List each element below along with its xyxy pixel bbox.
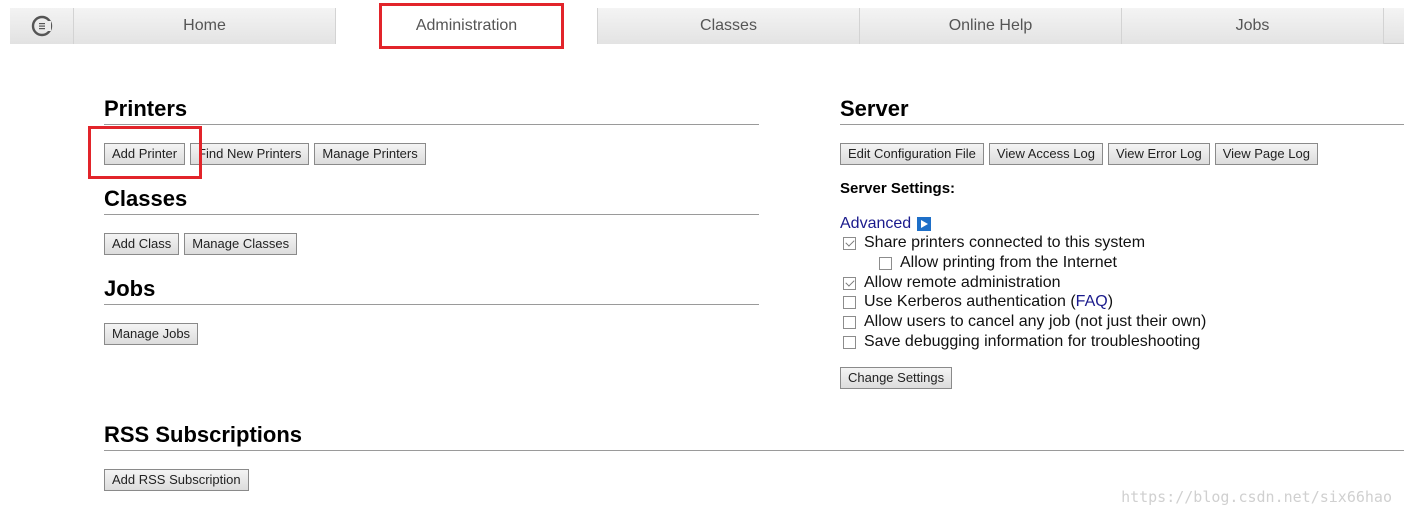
server-settings-title: Server Settings:	[840, 180, 956, 197]
option-debug-logging: Save debugging information for troublesh…	[843, 333, 1200, 351]
debug-logging-checkbox[interactable]	[843, 335, 856, 349]
change-settings-button[interactable]: Change Settings	[840, 367, 953, 389]
nav-filler	[1384, 8, 1404, 43]
advanced-label: Advanced	[840, 215, 912, 232]
option-remote-admin: Allow remote administration	[843, 274, 1061, 292]
printers-button-row: Add Printer Find New Printers Manage Pri…	[104, 143, 426, 165]
tab-jobs[interactable]: Jobs	[1122, 8, 1384, 44]
edit-configuration-file-button[interactable]: Edit Configuration File	[840, 143, 984, 165]
option-share-printers: Share printers connected to this system	[843, 234, 1145, 252]
manage-jobs-button[interactable]: Manage Jobs	[104, 323, 199, 345]
cancel-any-job-label: Allow users to cancel any job (not just …	[864, 313, 1207, 330]
manage-classes-button[interactable]: Manage Classes	[184, 233, 298, 255]
add-rss-subscription-button[interactable]: Add RSS Subscription	[104, 469, 249, 491]
allow-internet-label: Allow printing from the Internet	[900, 254, 1117, 271]
tab-classes[interactable]: Classes	[598, 8, 860, 44]
share-printers-checkbox[interactable]	[843, 236, 856, 250]
remote-admin-label: Allow remote administration	[864, 274, 1061, 291]
kerberos-label: Use Kerberos authentication (FAQ)	[864, 293, 1113, 311]
cancel-any-job-checkbox[interactable]	[843, 315, 856, 329]
change-settings-row: Change Settings	[840, 367, 953, 389]
jobs-heading: Jobs	[104, 276, 759, 305]
kerberos-checkbox[interactable]	[843, 295, 856, 309]
view-error-log-button[interactable]: View Error Log	[1107, 143, 1210, 165]
jobs-button-row: Manage Jobs	[104, 323, 199, 345]
server-heading: Server	[840, 96, 1404, 125]
rss-button-row: Add RSS Subscription	[104, 469, 249, 491]
manage-printers-button[interactable]: Manage Printers	[314, 143, 426, 165]
rss-heading: RSS Subscriptions	[104, 422, 1404, 451]
remote-admin-checkbox[interactable]	[843, 276, 856, 290]
allow-internet-checkbox[interactable]	[879, 256, 892, 270]
view-page-log-button[interactable]: View Page Log	[1214, 143, 1318, 165]
option-kerberos: Use Kerberos authentication (FAQ)	[843, 293, 1113, 311]
view-access-log-button[interactable]: View Access Log	[988, 143, 1103, 165]
cups-logo-icon[interactable]	[10, 8, 74, 44]
add-printer-button[interactable]: Add Printer	[104, 143, 186, 165]
option-allow-internet: Allow printing from the Internet	[879, 254, 1117, 272]
play-arrow-icon[interactable]	[917, 217, 932, 231]
kerberos-label-text: Use Kerberos authentication (	[864, 293, 1076, 310]
tab-administration[interactable]: Administration	[336, 8, 598, 44]
debug-logging-label: Save debugging information for troublesh…	[864, 333, 1201, 350]
top-nav-bar: Home Administration Classes Online Help …	[10, 8, 1404, 44]
find-new-printers-button[interactable]: Find New Printers	[190, 143, 310, 165]
printers-heading: Printers	[104, 96, 759, 125]
classes-button-row: Add Class Manage Classes	[104, 233, 298, 255]
watermark-text: https://blog.csdn.net/six66hao	[1121, 488, 1392, 506]
tab-home[interactable]: Home	[74, 8, 336, 44]
faq-link[interactable]: FAQ	[1076, 293, 1108, 310]
server-button-row: Edit Configuration File View Access Log …	[840, 143, 1318, 165]
classes-heading: Classes	[104, 186, 759, 215]
add-class-button[interactable]: Add Class	[104, 233, 180, 255]
share-printers-label: Share printers connected to this system	[864, 234, 1146, 251]
advanced-toggle[interactable]: Advanced	[840, 215, 932, 233]
tab-online-help[interactable]: Online Help	[860, 8, 1122, 44]
kerberos-label-suffix: )	[1107, 293, 1114, 310]
option-cancel-any-job: Allow users to cancel any job (not just …	[843, 313, 1206, 331]
